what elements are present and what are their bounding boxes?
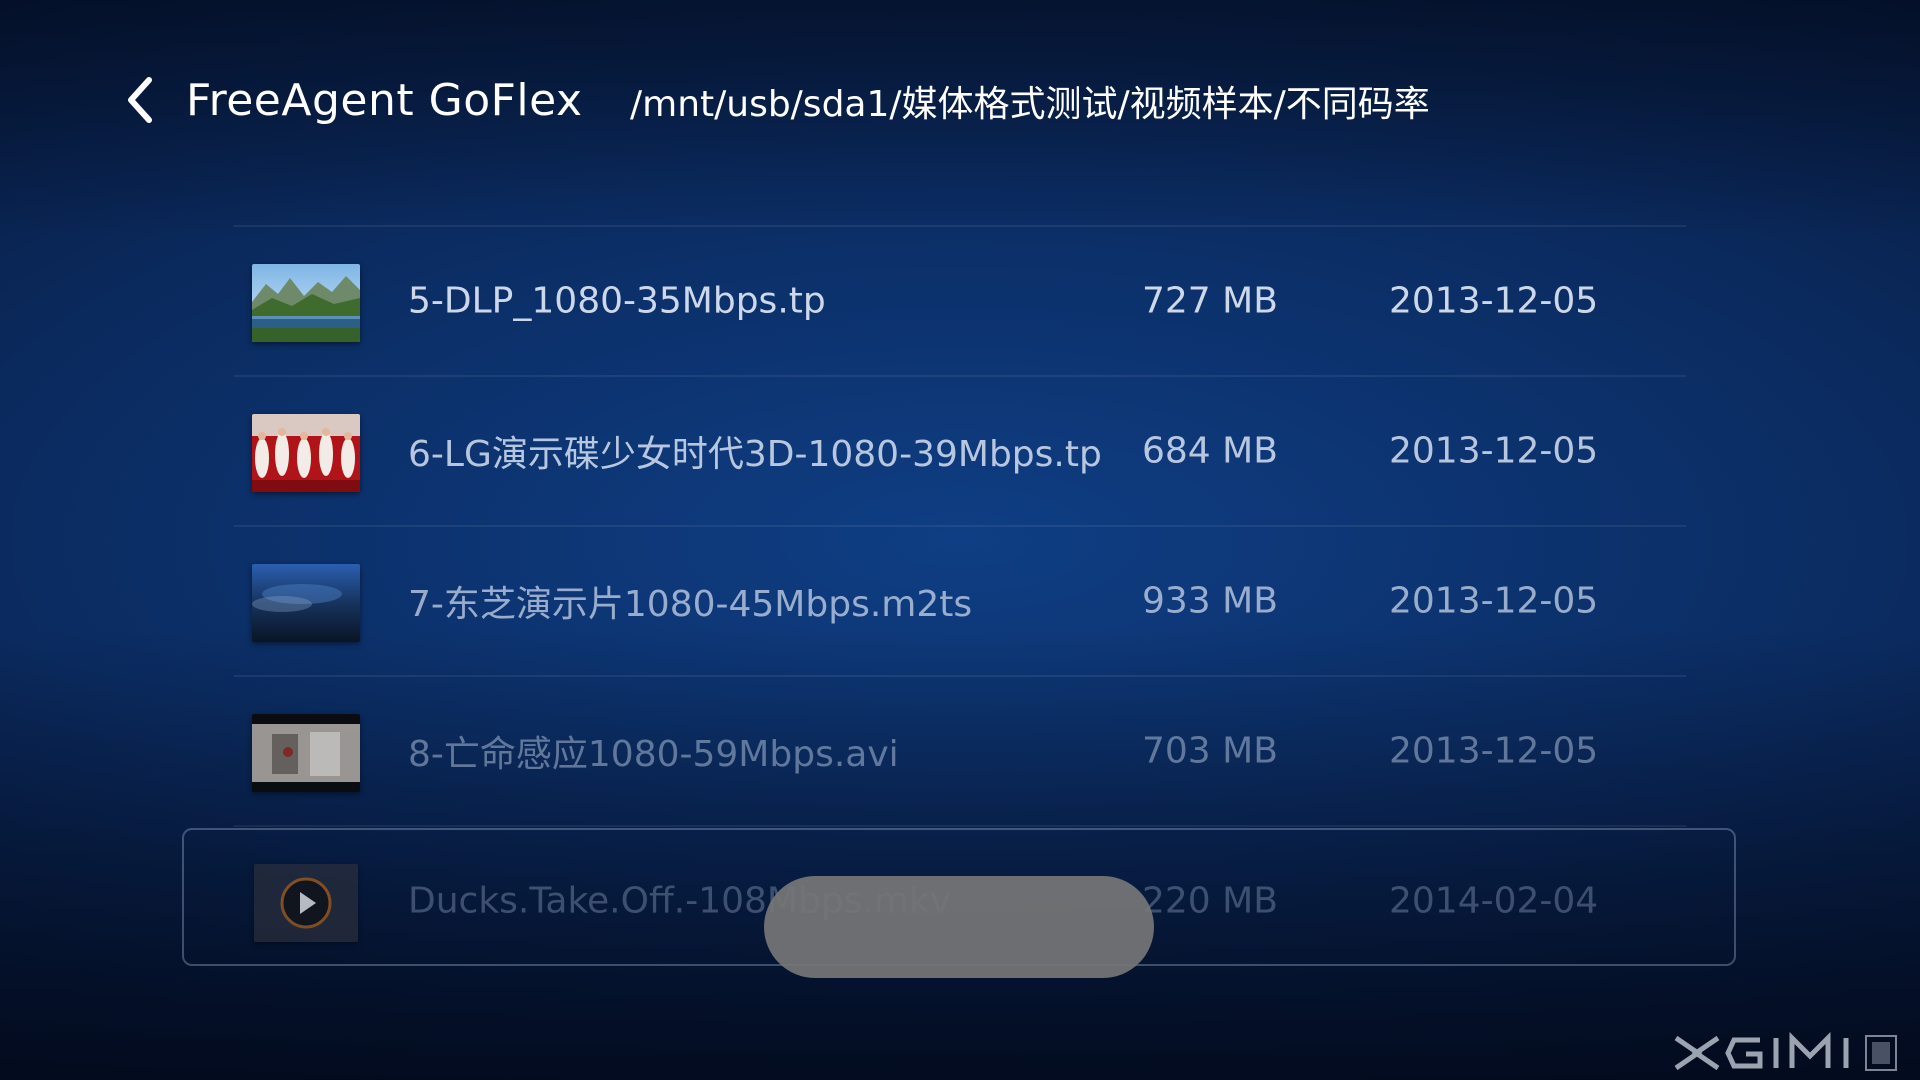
file-size: 703 MB [1142, 730, 1278, 772]
file-date: 2013-12-05 [1389, 430, 1599, 472]
red-dancers-thumbnail [252, 414, 360, 492]
file-name: 7-东芝演示片1080-45Mbps.m2ts [408, 584, 973, 625]
file-row[interactable]: 7-东芝演示片1080-45Mbps.m2ts 933 MB 2013-12-0… [234, 525, 1686, 675]
header-bar: FreeAgent GoFlex [118, 60, 582, 140]
back-button[interactable] [118, 70, 162, 130]
file-size: 684 MB [1142, 430, 1278, 472]
file-row[interactable]: 5-DLP_1080-35Mbps.tp 727 MB 2013-12-05 [234, 225, 1686, 375]
movie-scene-thumbnail [252, 714, 360, 792]
file-row[interactable]: 8-亡命感应1080-59Mbps.avi 703 MB 2013-12-05 [234, 675, 1686, 825]
file-date: 2013-12-05 [1389, 730, 1599, 772]
file-size: 933 MB [1142, 580, 1278, 622]
file-size: 727 MB [1142, 280, 1278, 322]
file-name: 8-亡命感应1080-59Mbps.avi [408, 734, 899, 775]
landscape-lake-thumbnail [252, 264, 360, 342]
file-name: 6-LG演示碟少女时代3D-1080-39Mbps.tp [408, 434, 1102, 475]
toast-popup [764, 876, 1154, 978]
device-title: FreeAgent GoFlex [186, 74, 583, 126]
current-path: /mnt/usb/sda1/媒体格式测试/视频样本/不同码率 [630, 84, 1430, 125]
xgimi-logo [1672, 1032, 1902, 1074]
file-date: 2013-12-05 [1389, 280, 1599, 322]
chevron-left-icon [128, 77, 152, 123]
dark-sky-thumbnail [252, 564, 360, 642]
file-name: 5-DLP_1080-35Mbps.tp [408, 280, 826, 322]
file-date: 2013-12-05 [1389, 580, 1599, 622]
file-row[interactable]: 6-LG演示碟少女时代3D-1080-39Mbps.tp 684 MB 2013… [234, 375, 1686, 525]
